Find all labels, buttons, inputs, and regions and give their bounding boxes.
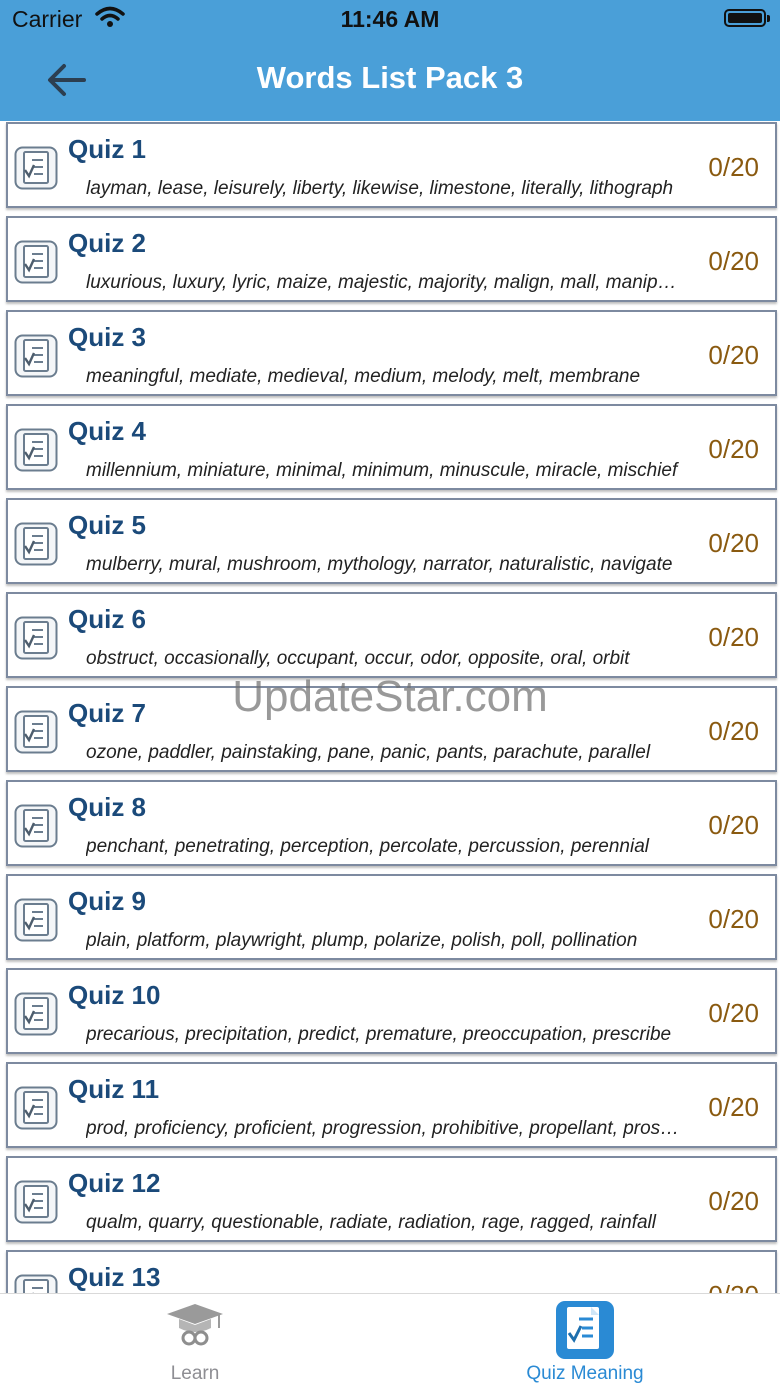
quiz-title: Quiz 4: [68, 416, 147, 446]
quiz-checklist-icon: [14, 804, 58, 848]
quiz-title: Quiz 12: [68, 1168, 161, 1198]
quiz-title: Quiz 7: [68, 698, 147, 728]
quiz-words: penchant, penetrating, perception, perco…: [86, 836, 649, 857]
quiz-score: 0/20: [708, 152, 759, 182]
quiz-checklist-icon: [14, 616, 58, 660]
quiz-row[interactable]: Quiz 6 obstruct, occasionally, occupant, …: [6, 592, 777, 678]
quiz-row[interactable]: Quiz 2 luxurious, luxury, lyric, maize, m…: [6, 216, 777, 302]
quiz-title: Quiz 10: [68, 980, 161, 1010]
quiz-row[interactable]: Quiz 9 plain, platform, playwright, plump…: [6, 874, 777, 960]
quiz-words: millennium, miniature, minimal, minimum,…: [86, 460, 678, 481]
quiz-words: luxurious, luxury, lyric, maize, majesti…: [86, 272, 684, 293]
quiz-checklist-icon: [14, 522, 58, 566]
quiz-checklist-icon: [14, 992, 58, 1036]
quiz-row[interactable]: Quiz 12 qualm, quarry, questionable, radi…: [6, 1156, 777, 1242]
quiz-score: 0/20: [708, 1186, 759, 1216]
status-bar: Carrier 11:46 AM: [0, 0, 780, 40]
quiz-words: precarious, precipitation, predict, prem…: [86, 1024, 672, 1045]
graduation-cap-icon: [165, 1300, 225, 1355]
quiz-title: Quiz 13: [68, 1262, 161, 1292]
quiz-score: 0/20: [708, 904, 759, 934]
tab-learn[interactable]: Learn: [0, 1294, 390, 1388]
quiz-row[interactable]: Quiz 5 mulberry, mural, mushroom, mytholo…: [6, 498, 777, 584]
quiz-row[interactable]: Quiz 13 0/20: [6, 1250, 777, 1293]
quiz-words: obstruct, occasionally, occupant, occur,…: [86, 648, 630, 669]
quiz-list[interactable]: Quiz 1 layman, lease, leisurely, liberty,…: [0, 121, 780, 1293]
quiz-document-icon: [555, 1300, 615, 1365]
quiz-score: 0/20: [708, 434, 759, 464]
quiz-row[interactable]: Quiz 1 layman, lease, leisurely, liberty,…: [6, 122, 777, 208]
tab-quiz-meaning[interactable]: Quiz Meaning: [390, 1294, 780, 1388]
tab-learn-label: Learn: [170, 1363, 220, 1384]
quiz-checklist-icon: [14, 710, 58, 754]
quiz-words: layman, lease, leisurely, liberty, likew…: [86, 178, 674, 199]
quiz-checklist-icon: [14, 1180, 58, 1224]
quiz-words: ozone, paddler, painstaking, pane, panic…: [86, 742, 651, 763]
quiz-words: qualm, quarry, questionable, radiate, ra…: [86, 1212, 656, 1233]
quiz-checklist-icon: [14, 428, 58, 472]
quiz-score: 0/20: [708, 716, 759, 746]
quiz-words: meaningful, mediate, medieval, medium, m…: [86, 366, 641, 387]
quiz-checklist-icon: [14, 240, 58, 284]
quiz-checklist-icon: [14, 334, 58, 378]
quiz-score: 0/20: [708, 246, 759, 276]
quiz-checklist-icon: [14, 146, 58, 190]
quiz-title: Quiz 9: [68, 886, 147, 916]
quiz-words: plain, platform, playwright, plump, pola…: [86, 930, 638, 951]
quiz-score: 0/20: [708, 1280, 759, 1293]
quiz-score: 0/20: [708, 1092, 759, 1122]
quiz-title: Quiz 1: [68, 134, 147, 164]
quiz-score: 0/20: [708, 528, 759, 558]
quiz-title: Quiz 6: [68, 604, 147, 634]
quiz-checklist-icon: [14, 1274, 58, 1293]
quiz-row[interactable]: Quiz 4 millennium, miniature, minimal, mi…: [6, 404, 777, 490]
page-title: Words List Pack 3: [256, 60, 524, 95]
quiz-checklist-icon: [14, 1086, 58, 1130]
quiz-row[interactable]: Quiz 3 meaningful, mediate, medieval, med…: [6, 310, 777, 396]
quiz-score: 0/20: [708, 810, 759, 840]
status-time: 11:46 AM: [340, 6, 440, 32]
quiz-row[interactable]: Quiz 8 penchant, penetrating, perception,…: [6, 780, 777, 866]
tab-quiz-meaning-label: Quiz Meaning: [526, 1363, 644, 1384]
quiz-row[interactable]: Quiz 11 prod, proficiency, proficient, pr…: [6, 1062, 777, 1148]
quiz-title: Quiz 5: [68, 510, 147, 540]
tab-bar: Learn Quiz Meaning: [0, 1293, 780, 1388]
quiz-score: 0/20: [708, 340, 759, 370]
quiz-row[interactable]: Quiz 7 ozone, paddler, painstaking, pane,…: [6, 686, 777, 772]
quiz-title: Quiz 8: [68, 792, 147, 822]
quiz-score: 0/20: [708, 622, 759, 652]
quiz-words: mulberry, mural, mushroom, mythology, na…: [86, 554, 673, 575]
quiz-row[interactable]: Quiz 10 precarious, precipitation, predic…: [6, 968, 777, 1054]
quiz-title: Quiz 3: [68, 322, 147, 352]
quiz-score: 0/20: [708, 998, 759, 1028]
quiz-words: prod, proficiency, proficient, progressi…: [86, 1118, 684, 1139]
battery-icon: [724, 9, 770, 27]
nav-header: Carrier 11:46 AM Words List Pack 3: [0, 0, 780, 121]
quiz-title: Quiz 2: [68, 228, 147, 258]
quiz-checklist-icon: [14, 898, 58, 942]
quiz-title: Quiz 11: [68, 1074, 160, 1104]
